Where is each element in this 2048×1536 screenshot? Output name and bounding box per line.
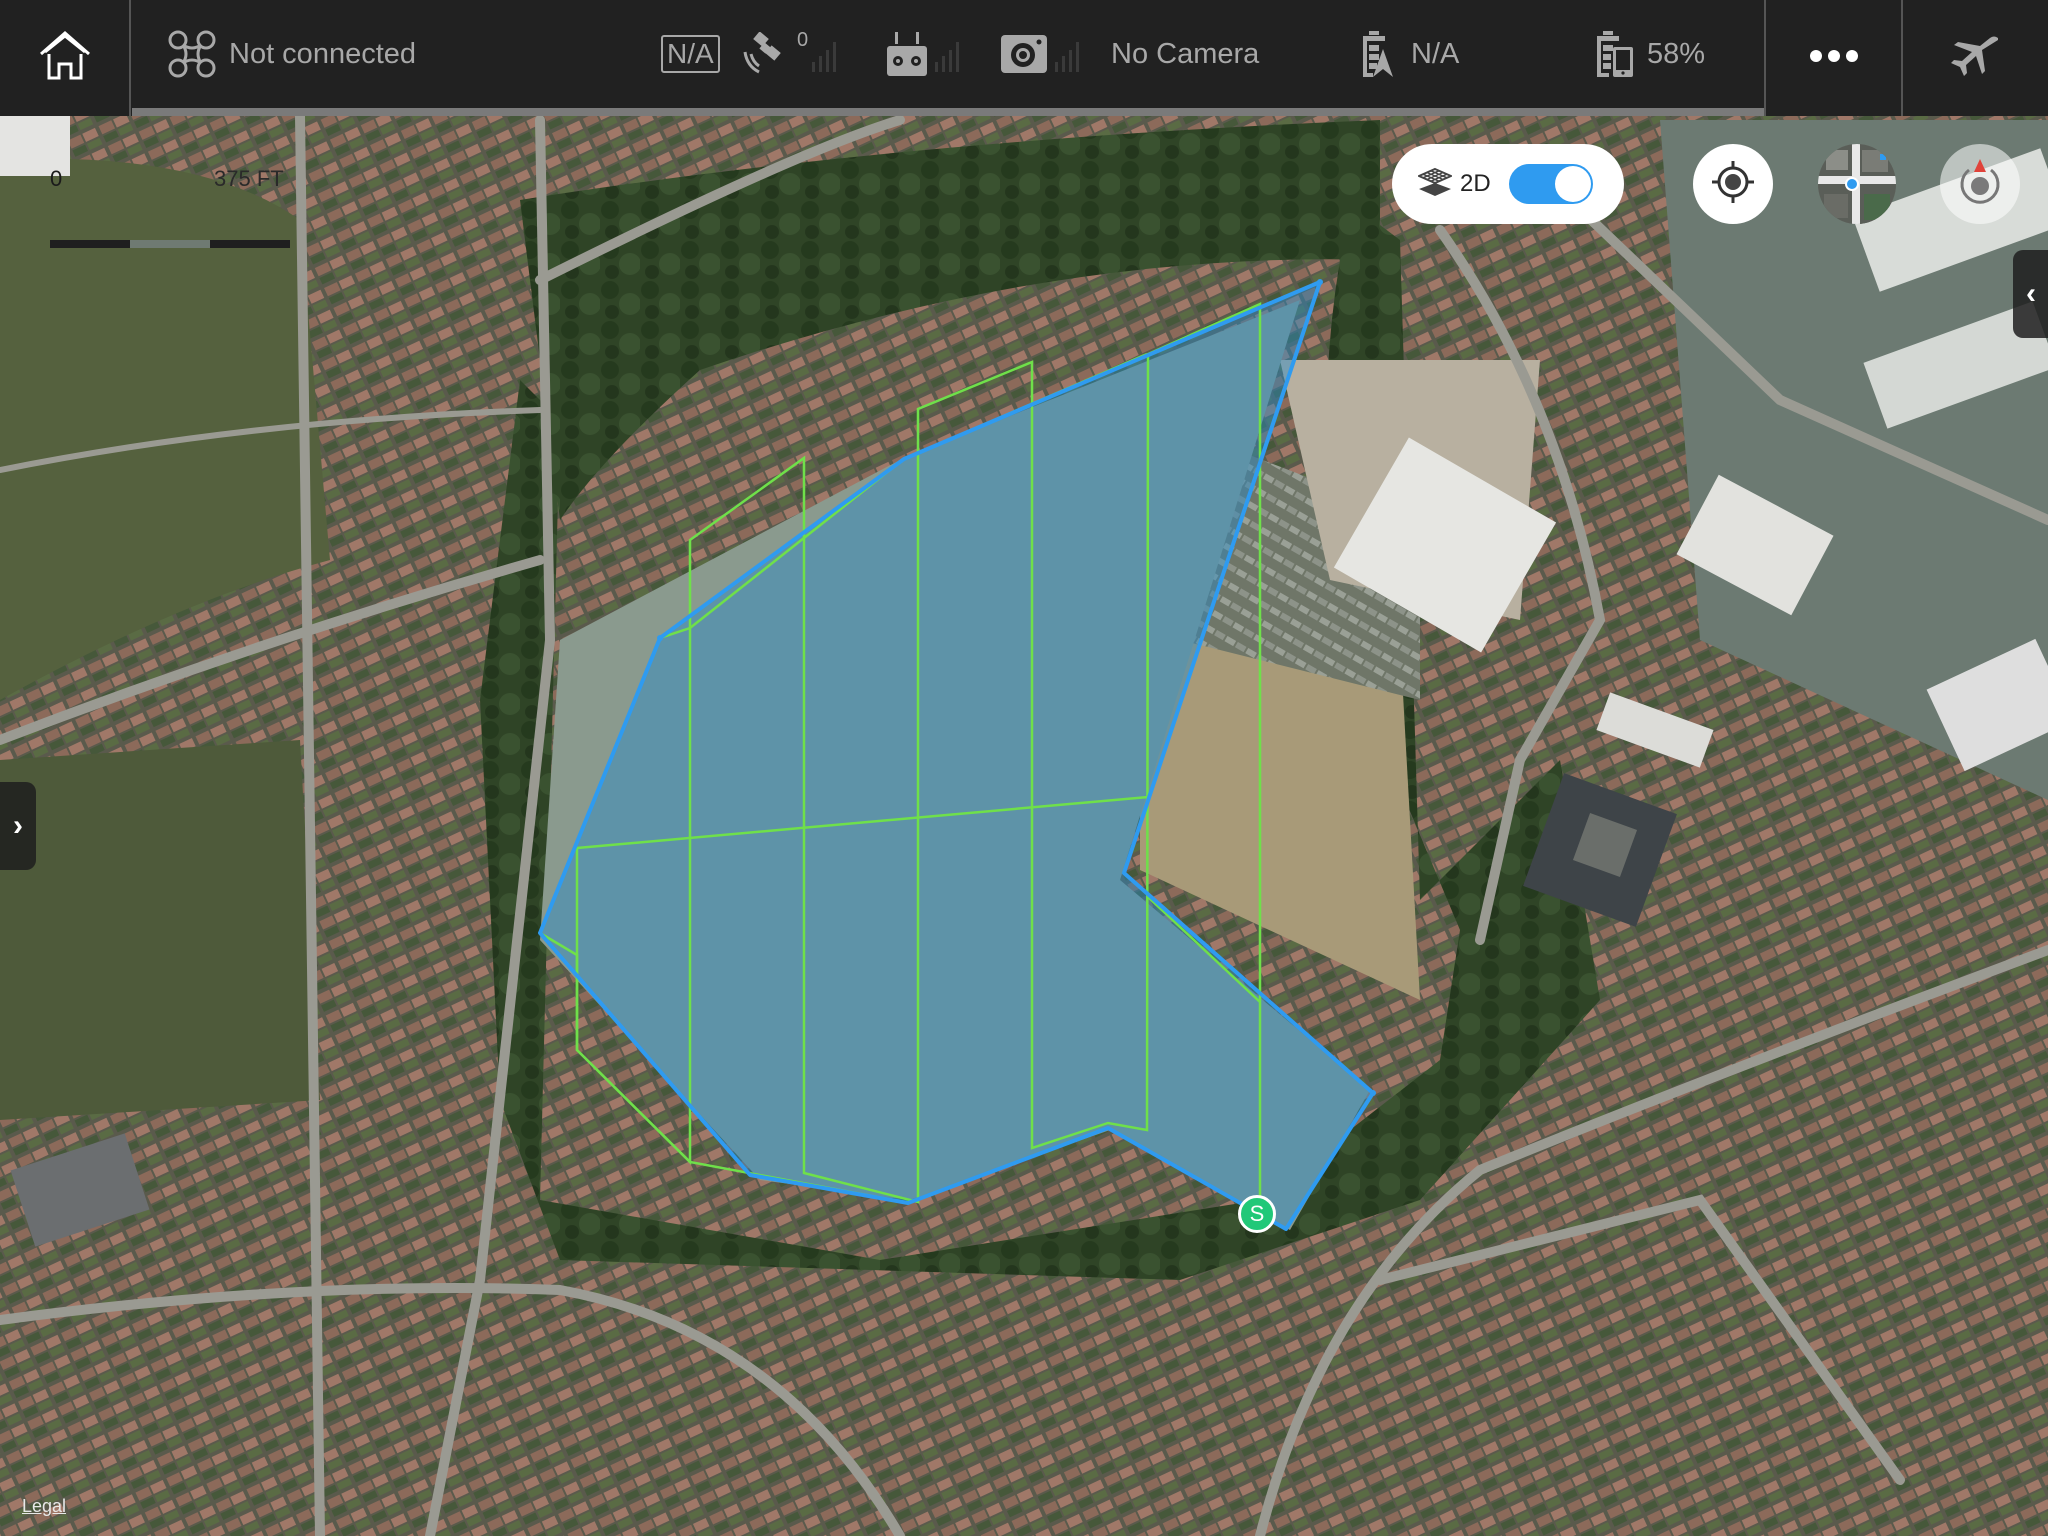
camera-status-text: No Camera: [1111, 37, 1260, 70]
gps-count: 0: [797, 28, 809, 51]
layers-icon: [1416, 167, 1454, 202]
map-type-button[interactable]: [1818, 144, 1896, 224]
flight-mode[interactable]: N/A: [661, 0, 720, 108]
compass-icon: [1954, 156, 2006, 213]
device-battery-icon: [1595, 31, 1635, 77]
aircraft-battery-icon: [1361, 31, 1403, 77]
legal-link[interactable]: Legal: [22, 1496, 66, 1517]
camera-signal-bars: [1055, 36, 1085, 72]
right-panel-toggle[interactable]: ‹: [2013, 250, 2048, 338]
scale-end: 375 FT: [214, 166, 284, 191]
remote-controller-status[interactable]: [887, 0, 965, 108]
more-button[interactable]: [1764, 0, 1903, 116]
left-panel-toggle[interactable]: ›: [0, 782, 36, 870]
view-mode-toggle[interactable]: 2D: [1392, 144, 1624, 224]
rc-signal-bars: [935, 36, 965, 72]
device-battery-value: 58%: [1647, 37, 1706, 70]
home-icon: [37, 30, 93, 87]
drone-icon: [167, 29, 217, 79]
camera-icon: [1001, 35, 1047, 73]
fly-button[interactable]: [1903, 0, 2048, 116]
crosshair-icon: [1710, 159, 1756, 210]
aircraft-status[interactable]: Not connected: [167, 0, 416, 108]
locate-button[interactable]: [1693, 144, 1773, 224]
status-area: Not connected N/A 0 No Camera N/A 58%: [131, 0, 2048, 116]
map-view[interactable]: 0 375 FT 2D › ‹ Legal: [0, 116, 2048, 1536]
satellite-imagery: [0, 116, 2048, 1536]
view-mode-label: 2D: [1460, 170, 1491, 197]
airplane-icon: [1950, 34, 2002, 83]
start-point-marker[interactable]: S: [1238, 1195, 1276, 1233]
home-button[interactable]: [0, 0, 131, 116]
device-battery-status[interactable]: 58%: [1595, 0, 1705, 108]
remote-controller-icon: [887, 32, 927, 76]
switch-knob: [1554, 166, 1591, 202]
gps-status[interactable]: 0: [741, 0, 842, 108]
aircraft-battery-status[interactable]: N/A: [1361, 0, 1459, 108]
mini-map-thumbnail: [1818, 144, 1896, 224]
aircraft-status-text: Not connected: [229, 37, 417, 70]
satellite-icon: [741, 32, 789, 76]
compass-button[interactable]: [1940, 144, 2020, 224]
top-status-bar: Not connected N/A 0 No Camera N/A 58%: [0, 0, 2048, 116]
more-icon: [1809, 49, 1859, 68]
camera-status[interactable]: No Camera: [1001, 0, 1259, 108]
status-bar-underline: [132, 108, 1764, 116]
flight-mode-value: N/A: [661, 35, 720, 73]
gps-signal-bars: [812, 36, 842, 72]
scale-bar: [50, 240, 290, 248]
view-mode-switch[interactable]: [1508, 164, 1593, 204]
aircraft-battery-value: N/A: [1411, 37, 1460, 70]
scale-start: 0: [50, 166, 63, 191]
